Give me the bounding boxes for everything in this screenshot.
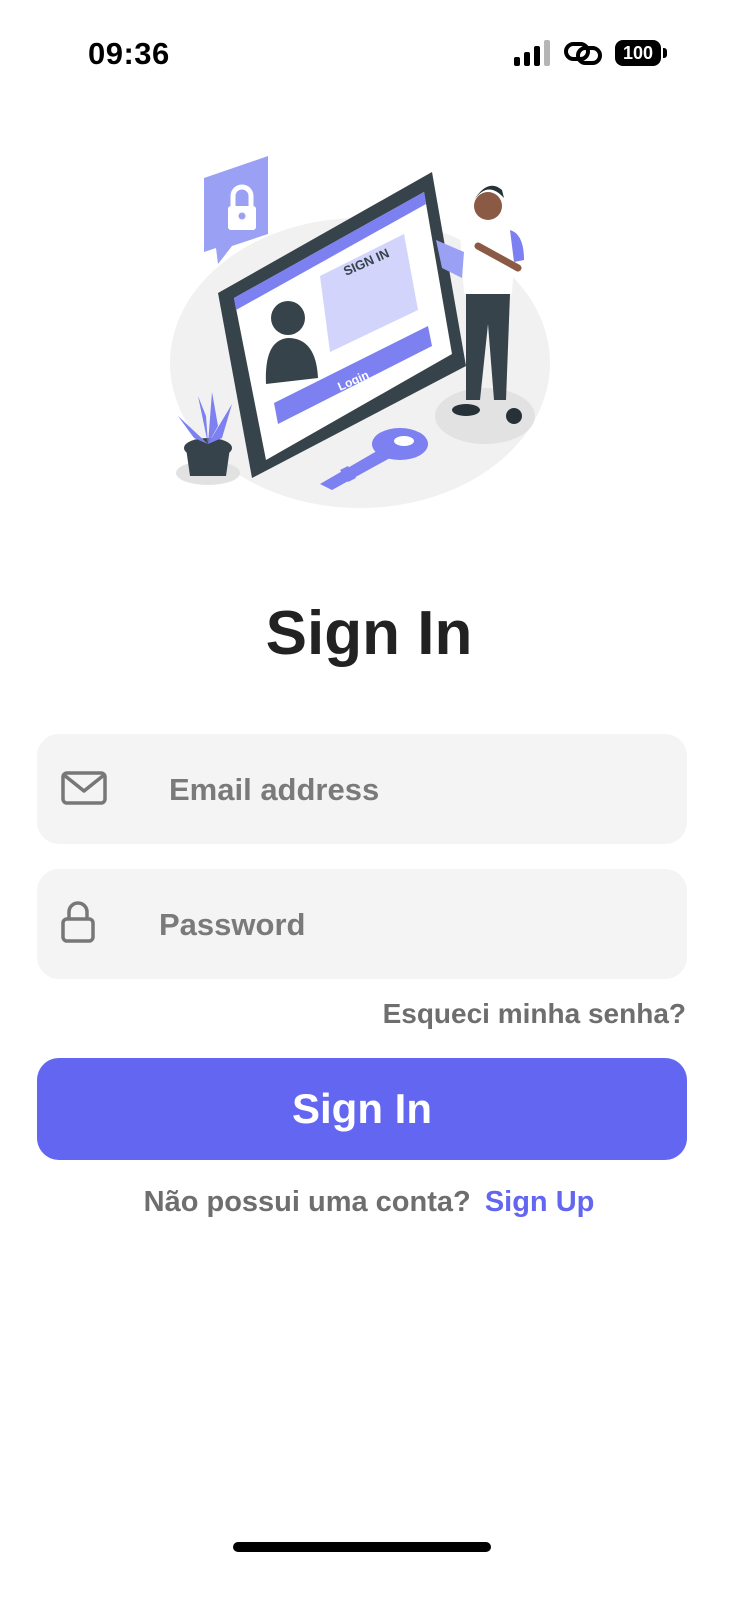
email-field[interactable] — [37, 734, 687, 846]
signup-row: Não possui uma conta? Sign Up — [0, 1186, 738, 1219]
sign-in-button[interactable]: Sign In — [37, 1058, 687, 1160]
password-input[interactable] — [157, 869, 671, 981]
lock-icon — [61, 901, 95, 943]
password-field[interactable] — [37, 869, 687, 981]
signal-icon — [514, 40, 550, 66]
email-input[interactable] — [167, 734, 671, 846]
home-indicator[interactable] — [233, 1542, 491, 1552]
battery-icon: 100 — [615, 40, 667, 66]
battery-level: 100 — [622, 43, 654, 63]
signup-prompt: Não possui uma conta? — [143, 1186, 471, 1218]
mail-icon — [61, 771, 107, 805]
forgot-password-link[interactable]: Esqueci minha senha? — [383, 998, 686, 1030]
page-title: Sign In — [265, 599, 473, 668]
sign-up-link[interactable]: Sign Up — [485, 1186, 595, 1218]
status-time: 09:36 — [88, 36, 170, 71]
sign-in-illustration: SIGN IN Login — [170, 156, 550, 508]
status-bar: 09:36 100 — [0, 0, 738, 110]
link-icon — [564, 42, 602, 65]
